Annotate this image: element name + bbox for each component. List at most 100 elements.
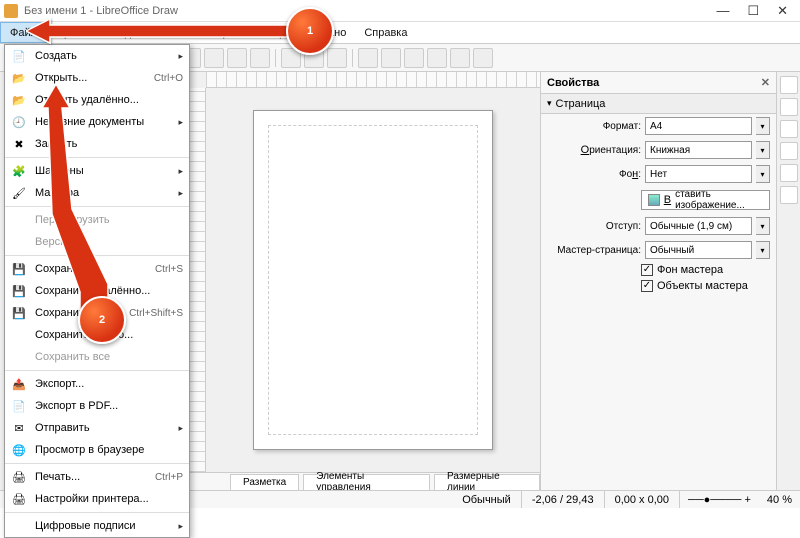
background-label: Фон: — [547, 168, 641, 180]
tab-controls[interactable]: Элементы управления — [303, 474, 430, 490]
menu-item[interactable]: Цифровые подписи▸ — [5, 515, 189, 537]
menu-item-label: Сохранить все — [35, 351, 183, 363]
properties-icon[interactable] — [780, 98, 798, 116]
menu-item-icon — [11, 234, 27, 250]
menu-item-icon: 🖨 — [11, 469, 27, 485]
menu-item-icon: 🖨 — [11, 491, 27, 507]
app-icon — [4, 4, 18, 18]
toolbar-btn[interactable] — [358, 48, 378, 68]
menu-item-accel: Ctrl+Shift+S — [129, 308, 183, 319]
gear-icon[interactable] — [780, 76, 798, 94]
window-title: Без имени 1 - LibreOffice Draw — [24, 5, 716, 17]
menu-item-icon: 📂 — [11, 70, 27, 86]
chevron-down-icon[interactable]: ▾ — [756, 141, 770, 159]
drawing-canvas[interactable] — [206, 88, 540, 472]
menu-item-label: Создать — [35, 50, 170, 62]
menu-item-icon: 📂 — [11, 92, 27, 108]
menu-item-label: Печать... — [35, 471, 147, 483]
navigator-icon[interactable] — [780, 142, 798, 160]
menu-item-icon: 💾 — [11, 305, 27, 321]
chevron-down-icon[interactable]: ▾ — [756, 117, 770, 135]
chevron-right-icon: ▸ — [178, 166, 183, 177]
menu-item-accel: Ctrl+O — [154, 73, 183, 84]
format-label: Формат: — [547, 121, 641, 132]
menu-item: Сохранить все — [5, 346, 189, 368]
format-dropdown[interactable]: A4 — [645, 117, 752, 135]
toolbar-btn[interactable] — [404, 48, 424, 68]
toolbar-btn[interactable] — [327, 48, 347, 68]
chevron-right-icon: ▸ — [178, 521, 183, 532]
menu-item-icon: 💾 — [11, 261, 27, 277]
chevron-down-icon[interactable]: ▾ — [756, 241, 770, 259]
menu-item[interactable]: 📤 Экспорт... — [5, 373, 189, 395]
indent-label: Отступ: — [547, 221, 641, 232]
status-coords: -2,06 / 29,43 — [522, 491, 605, 508]
section-page[interactable]: Страница — [541, 94, 776, 114]
menu-item-label: Настройки принтера... — [35, 493, 183, 505]
indent-dropdown[interactable]: Обычные (1,9 см) — [645, 217, 752, 235]
menu-item-accel: Ctrl+S — [155, 264, 183, 275]
annotation-arrow-2 — [42, 84, 122, 314]
toolbar-btn[interactable] — [250, 48, 270, 68]
chevron-right-icon: ▸ — [178, 117, 183, 128]
menu-item-label: Экспорт... — [35, 378, 183, 390]
minimize-button[interactable]: — — [716, 3, 729, 19]
maximize-button[interactable]: ☐ — [747, 3, 759, 19]
annotation-bubble-2: 2 — [78, 296, 126, 344]
chevron-down-icon[interactable]: ▾ — [756, 165, 770, 183]
menu-item-icon: ✉ — [11, 420, 27, 436]
page[interactable] — [253, 110, 493, 450]
menu-item-label: Отправить — [35, 422, 170, 434]
menu-item-icon — [11, 327, 27, 343]
gallery-icon[interactable] — [780, 120, 798, 138]
master-label: Мастер-страница: — [547, 245, 641, 256]
toolbar-btn[interactable] — [450, 48, 470, 68]
toolbar-btn[interactable] — [381, 48, 401, 68]
tab-layout[interactable]: Разметка — [230, 474, 299, 490]
menu-item-label: Экспорт в PDF... — [35, 400, 183, 412]
effects-icon[interactable] — [780, 186, 798, 204]
master-bg-checkbox[interactable]: ✓Фон мастера — [541, 262, 776, 278]
zoom-slider[interactable]: ──●──── + — [680, 491, 759, 508]
toolbar-btn[interactable] — [427, 48, 447, 68]
ruler-vertical — [190, 88, 206, 472]
menu-item[interactable]: 📄 Создать ▸ — [5, 45, 189, 67]
menu-item[interactable]: 📄Экспорт в PDF... — [5, 395, 189, 417]
menu-item-icon: 🕘 — [11, 114, 27, 130]
menu-item-label: Открыть... — [35, 72, 146, 84]
toolbar-btn[interactable] — [227, 48, 247, 68]
master-objects-checkbox[interactable]: ✓Объекты мастера — [541, 278, 776, 294]
toolbar-btn[interactable] — [473, 48, 493, 68]
menu-item-icon: 🖌 — [11, 185, 27, 201]
chevron-right-icon: ▸ — [178, 423, 183, 434]
chevron-right-icon: ▸ — [178, 51, 183, 62]
canvas-area: Разметка Элементы управления Размерные л… — [190, 72, 540, 490]
orientation-dropdown[interactable]: Книжная — [645, 141, 752, 159]
orientation-label: Ориентация: — [547, 144, 641, 156]
menu-item-label: Просмотр в браузере — [35, 444, 183, 456]
toolbar-btn[interactable] — [204, 48, 224, 68]
styles-icon[interactable] — [780, 164, 798, 182]
background-dropdown[interactable]: Нет — [645, 165, 752, 183]
close-icon[interactable]: ✕ — [761, 76, 770, 89]
close-button[interactable]: ✕ — [777, 3, 788, 19]
chevron-down-icon[interactable]: ▾ — [756, 217, 770, 235]
status-zoom[interactable]: 40 % — [759, 491, 800, 508]
tab-dimensions[interactable]: Размерные линии — [434, 474, 540, 490]
window-buttons: — ☐ ✕ — [716, 3, 796, 19]
sidebar-toolbar — [776, 72, 800, 490]
master-dropdown[interactable]: Обычный — [645, 241, 752, 259]
annotation-arrow-1 — [26, 16, 326, 46]
menu-item-icon: 📤 — [11, 376, 27, 392]
menu-item-icon: 📄 — [11, 48, 27, 64]
menu-help[interactable]: Справка — [355, 22, 416, 43]
menu-item[interactable]: 🖨Печать...Ctrl+P — [5, 466, 189, 488]
insert-image-button[interactable]: Вставить изображение... — [641, 190, 770, 210]
menu-item[interactable]: 🌐 Просмотр в браузере — [5, 439, 189, 461]
menu-item[interactable]: ✉ Отправить ▸ — [5, 417, 189, 439]
layer-tabs: Разметка Элементы управления Размерные л… — [190, 472, 540, 490]
menu-item[interactable]: 🖨 Настройки принтера... — [5, 488, 189, 510]
menu-item-icon: ✖ — [11, 136, 27, 152]
menu-item-icon: 🌐 — [11, 442, 27, 458]
menu-item-icon — [11, 349, 27, 365]
